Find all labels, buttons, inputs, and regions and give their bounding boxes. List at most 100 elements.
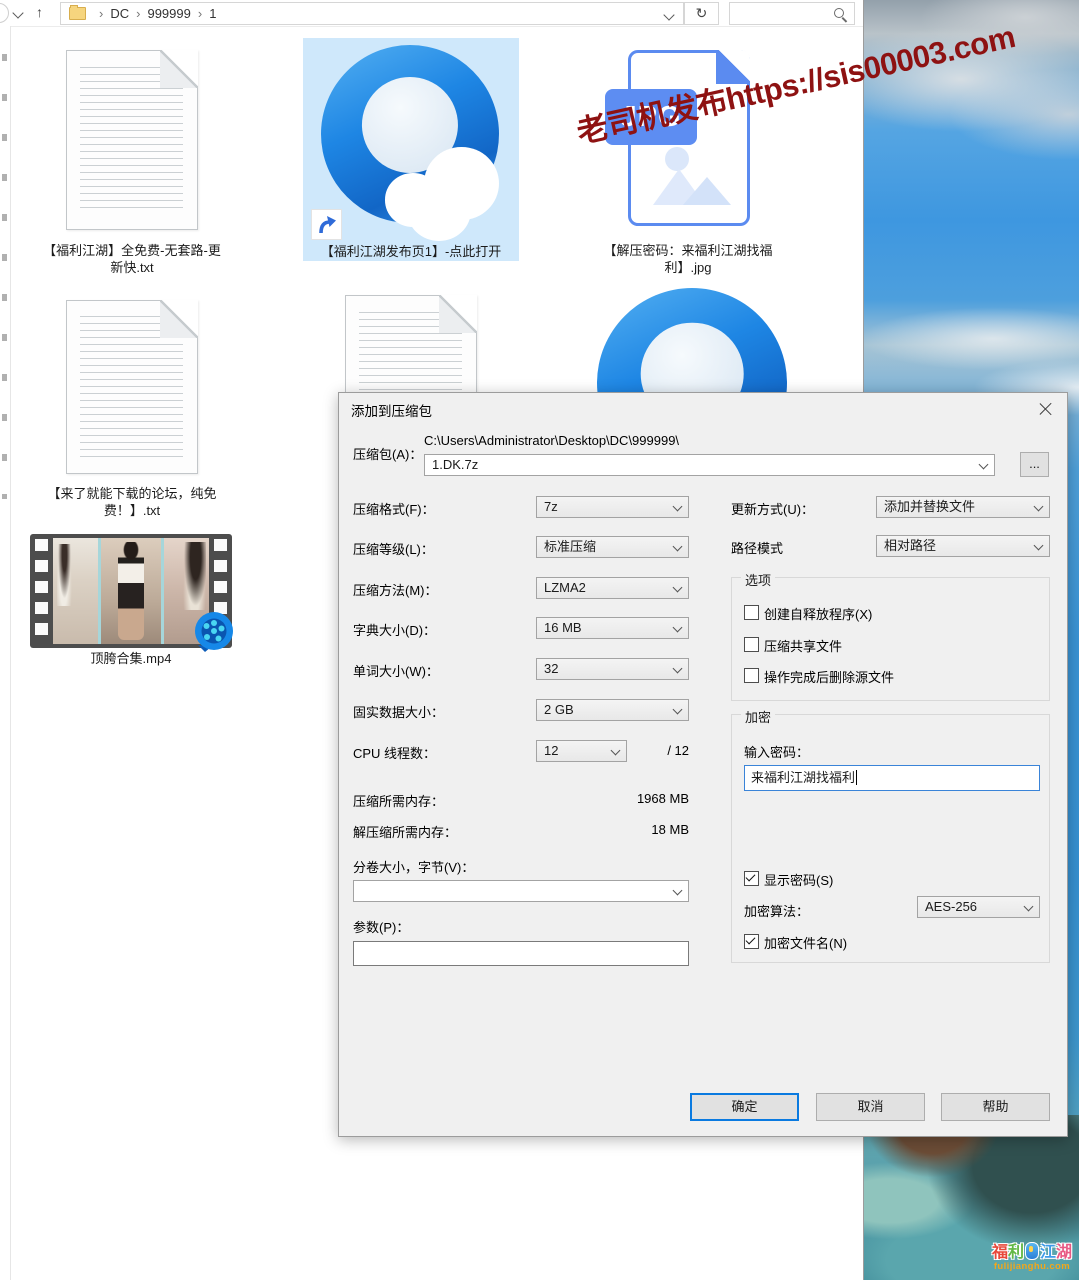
breadcrumb-separator: ›	[99, 6, 103, 21]
memory-compress-label: 压缩所需内存：	[353, 791, 444, 810]
chevron-down-icon	[673, 886, 683, 896]
thumb-panel	[53, 538, 98, 644]
browse-button[interactable]: ...	[1020, 452, 1049, 477]
method-select[interactable]: LZMA2	[536, 577, 689, 599]
file-label-line: 【来了就能下载的论坛，纯免	[12, 485, 252, 502]
qq-browser-shortcut-icon[interactable]	[321, 45, 499, 223]
text-file-icon[interactable]	[66, 50, 198, 230]
dictionary-value: 16 MB	[544, 620, 582, 635]
checkbox-compress-shared[interactable]	[744, 637, 759, 652]
chevron-down-icon	[673, 664, 683, 674]
video-file-thumbnail[interactable]	[30, 534, 232, 648]
navigation-pane-edge	[0, 26, 11, 1280]
word-size-value: 32	[544, 661, 558, 676]
close-icon[interactable]	[1039, 402, 1052, 415]
chevron-down-icon	[673, 705, 683, 715]
level-select[interactable]: 标准压缩	[536, 536, 689, 558]
video-player-badge-icon	[190, 610, 236, 656]
cpu-threads-max: / 12	[629, 743, 689, 758]
jpg-sun-glyph	[665, 147, 689, 171]
site-logo: 福利江湖 fulijianghu.com	[992, 1242, 1072, 1272]
explorer-toolbar: ↑ › DC › 999999 › 1 ↻	[0, 0, 863, 27]
file-label-shortcut[interactable]: 【福利江湖发布页1】-点此打开	[303, 243, 519, 260]
up-arrow-icon[interactable]: ↑	[36, 4, 43, 20]
word-size-label: 单词大小(W)：	[353, 661, 439, 680]
file-label-line: 新快.txt	[12, 259, 252, 276]
help-button[interactable]: 帮助	[941, 1093, 1050, 1121]
folder-icon	[69, 7, 86, 20]
dialog-title: 添加到压缩包	[351, 400, 432, 420]
add-to-archive-dialog: 添加到压缩包 压缩包(A)： C:\Users\Administrator\De…	[338, 392, 1068, 1137]
solid-block-select[interactable]: 2 GB	[536, 699, 689, 721]
format-select[interactable]: 7z	[536, 496, 689, 518]
memory-compress-value: 1968 MB	[579, 791, 689, 806]
logo-char: 江	[1040, 1244, 1056, 1261]
qq-cloud	[385, 148, 506, 226]
address-bar[interactable]: › DC › 999999 › 1	[60, 2, 684, 25]
chevron-down-icon	[611, 746, 621, 756]
encryption-method-label: 加密算法：	[744, 901, 809, 920]
archive-name-combobox[interactable]: 1.DK.7z	[424, 454, 995, 476]
checkbox-show-password[interactable]	[744, 871, 759, 886]
word-size-select[interactable]: 32	[536, 658, 689, 680]
update-mode-select[interactable]: 添加并替换文件	[876, 496, 1050, 518]
file-label-jpg[interactable]: 【解压密码：来福利江湖找福 利】.jpg	[570, 242, 806, 276]
checkbox-create-sfx[interactable]	[744, 605, 759, 620]
back-button-fragment[interactable]	[0, 3, 9, 23]
checkbox-encrypt-filenames[interactable]	[744, 934, 759, 949]
chevron-down-icon	[979, 460, 989, 470]
refresh-button[interactable]: ↻	[684, 2, 719, 25]
search-icon	[834, 8, 844, 18]
password-value: 来福利江湖找福利	[751, 770, 857, 785]
ok-button[interactable]: 确定	[690, 1093, 799, 1121]
options-group-title: 选项	[741, 570, 775, 589]
archive-label: 压缩包(A)：	[353, 444, 422, 463]
password-input[interactable]: 来福利江湖找福利	[744, 765, 1040, 791]
breadcrumb-separator: ›	[198, 6, 202, 21]
breadcrumb-item-1[interactable]: 1	[209, 6, 216, 21]
breadcrumb-separator: ›	[136, 6, 140, 21]
mouse-icon	[1025, 1242, 1039, 1260]
path-mode-label: 路径模式	[731, 538, 783, 557]
text-file-icon[interactable]	[66, 300, 198, 474]
create-sfx-label: 创建自释放程序(X)	[764, 604, 872, 623]
thumb-panel	[98, 538, 164, 644]
archive-name-value: 1.DK.7z	[432, 457, 478, 472]
file-label-line: 【福利江湖发布页1】-点此打开	[303, 243, 519, 260]
shortcut-arrow-icon	[311, 209, 342, 240]
file-label-line: 费！】.txt	[12, 502, 252, 519]
video-thumb-collage	[53, 538, 209, 644]
breadcrumb-item-999999[interactable]: 999999	[147, 6, 190, 21]
recent-locations-chevron-icon[interactable]	[12, 7, 23, 18]
checkbox-delete-after[interactable]	[744, 668, 759, 683]
update-mode-value: 添加并替换文件	[884, 499, 975, 514]
encrypt-filenames-label: 加密文件名(N)	[764, 933, 847, 952]
parameters-label: 参数(P)：	[353, 917, 409, 936]
volume-size-combobox[interactable]	[353, 880, 689, 902]
logo-char: 福	[992, 1244, 1008, 1261]
path-mode-select[interactable]: 相对路径	[876, 535, 1050, 557]
breadcrumb-item-dc[interactable]: DC	[110, 6, 129, 21]
solid-block-value: 2 GB	[544, 702, 574, 717]
method-label: 压缩方法(M)：	[353, 580, 438, 599]
file-label-txt1[interactable]: 【福利江湖】全免费-无套路-更 新快.txt	[12, 242, 252, 276]
parameters-input[interactable]	[353, 941, 689, 966]
cpu-threads-select[interactable]: 12	[536, 740, 627, 762]
file-label-txt2[interactable]: 【来了就能下载的论坛，纯免 费！】.txt	[12, 485, 252, 519]
format-label: 压缩格式(F)：	[353, 499, 435, 518]
chevron-down-icon	[1034, 502, 1044, 512]
delete-after-label: 操作完成后删除源文件	[764, 667, 894, 686]
archive-path: C:\Users\Administrator\Desktop\DC\999999…	[424, 433, 679, 448]
show-password-label: 显示密码(S)	[764, 870, 833, 889]
format-value: 7z	[544, 499, 558, 514]
file-label-line: 【解压密码：来福利江湖找福	[570, 242, 806, 259]
search-input[interactable]	[729, 2, 855, 25]
dictionary-select[interactable]: 16 MB	[536, 617, 689, 639]
dictionary-label: 字典大小(D)：	[353, 620, 436, 639]
password-label: 输入密码：	[744, 742, 809, 761]
chevron-down-icon	[673, 502, 683, 512]
compress-shared-label: 压缩共享文件	[764, 636, 842, 655]
address-dropdown-chevron-icon[interactable]	[663, 9, 674, 20]
cancel-button[interactable]: 取消	[816, 1093, 925, 1121]
encryption-method-select[interactable]: AES-256	[917, 896, 1040, 918]
